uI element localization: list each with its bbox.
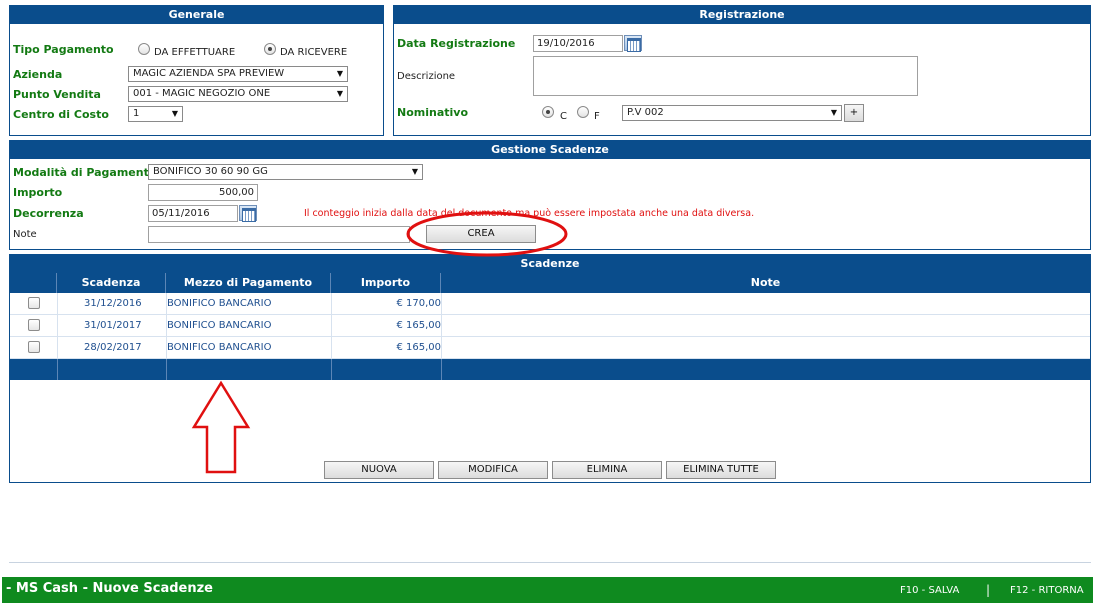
calendar-icon[interactable] bbox=[624, 35, 642, 52]
table-row[interactable]: 31/01/2017 BONIFICO BANCARIO € 165,00 bbox=[10, 315, 1090, 337]
radio-da-ricevere[interactable] bbox=[264, 43, 276, 55]
radio-da-effettuare[interactable] bbox=[138, 43, 150, 55]
row-checkbox[interactable] bbox=[28, 341, 40, 353]
centro-costo-label: Centro di Costo bbox=[13, 108, 109, 121]
radio-da-effettuare-label: DA EFFETTUARE bbox=[154, 47, 236, 58]
col-note[interactable]: Note bbox=[441, 273, 1090, 293]
note-input[interactable] bbox=[148, 226, 410, 243]
col-scadenza[interactable]: Scadenza bbox=[57, 273, 166, 293]
generale-panel: Generale Tipo Pagamento DA EFFETTUARE DA… bbox=[9, 5, 384, 136]
row-scadenza: 31/01/2017 bbox=[84, 320, 142, 331]
radio-da-ricevere-label: DA RICEVERE bbox=[280, 47, 348, 58]
data-registrazione-label: Data Registrazione bbox=[397, 37, 516, 50]
note-label: Note bbox=[13, 229, 37, 240]
tipo-pagamento-label: Tipo Pagamento bbox=[13, 43, 114, 56]
modalita-pagamento-label: Modalità di Pagamento bbox=[13, 166, 157, 179]
azienda-label: Azienda bbox=[13, 68, 63, 81]
radio-cliente[interactable] bbox=[542, 106, 554, 118]
row-scadenza: 31/12/2016 bbox=[84, 298, 142, 309]
nuova-button[interactable]: NUOVA bbox=[324, 461, 434, 479]
app-title: MS Cash - Nuove Scadenze bbox=[15, 581, 213, 596]
row-mezzo: BONIFICO BANCARIO bbox=[167, 342, 272, 353]
azienda-value: MAGIC AZIENDA SPA PREVIEW bbox=[133, 68, 285, 79]
row-importo: € 165,00 bbox=[396, 342, 441, 353]
generale-title: Generale bbox=[10, 6, 383, 24]
scadenze-panel: Scadenze Scadenza Mezzo di Pagamento Imp… bbox=[9, 254, 1091, 483]
crea-button[interactable]: CREA bbox=[426, 225, 536, 243]
radio-fornitore-label: F bbox=[594, 111, 600, 122]
f10-salva-button[interactable]: F10 - SALVA bbox=[900, 585, 959, 596]
modalita-pagamento-select[interactable]: BONIFICO 30 60 90 GG ▼ bbox=[148, 164, 423, 180]
col-mezzo-pagamento[interactable]: Mezzo di Pagamento bbox=[166, 273, 331, 293]
punto-vendita-value: 001 - MAGIC NEGOZIO ONE bbox=[133, 88, 271, 99]
row-importo: € 165,00 bbox=[396, 320, 441, 331]
azienda-select[interactable]: MAGIC AZIENDA SPA PREVIEW ▼ bbox=[128, 66, 348, 82]
scadenze-table-body: 31/12/2016 BONIFICO BANCARIO € 170,00 31… bbox=[10, 293, 1090, 359]
scadenze-title: Scadenze bbox=[10, 255, 1090, 273]
calendar-icon[interactable] bbox=[239, 205, 257, 222]
f12-ritorna-button[interactable]: F12 - RITORNA bbox=[1010, 585, 1084, 596]
table-row[interactable]: 31/12/2016 BONIFICO BANCARIO € 170,00 bbox=[10, 293, 1090, 315]
col-select bbox=[10, 273, 57, 293]
gestione-scadenze-panel: Gestione Scadenze Modalità di Pagamento … bbox=[9, 140, 1091, 250]
chevron-down-icon: ▼ bbox=[171, 109, 178, 118]
modalita-pagamento-value: BONIFICO 30 60 90 GG bbox=[153, 166, 268, 177]
punto-vendita-select[interactable]: 001 - MAGIC NEGOZIO ONE ▼ bbox=[128, 86, 348, 102]
table-footer-bar bbox=[10, 359, 1090, 380]
add-nominativo-button[interactable]: + bbox=[844, 104, 864, 122]
registrazione-title: Registrazione bbox=[394, 6, 1090, 24]
nominativo-value: P.V 002 bbox=[627, 107, 664, 118]
row-importo: € 170,00 bbox=[396, 298, 441, 309]
row-mezzo: BONIFICO BANCARIO bbox=[167, 298, 272, 309]
nominativo-label: Nominativo bbox=[397, 106, 469, 119]
gestione-scadenze-title: Gestione Scadenze bbox=[10, 141, 1090, 159]
importo-label: Importo bbox=[13, 186, 63, 199]
elimina-button[interactable]: ELIMINA bbox=[552, 461, 662, 479]
nominativo-select[interactable]: P.V 002 ▼ bbox=[622, 105, 842, 121]
status-bar: - MS Cash - Nuove Scadenze F10 - SALVA |… bbox=[2, 577, 1093, 603]
divider bbox=[9, 562, 1091, 563]
registrazione-panel: Registrazione Data Registrazione 19/10/2… bbox=[393, 5, 1091, 136]
modifica-button[interactable]: MODIFICA bbox=[438, 461, 548, 479]
row-checkbox[interactable] bbox=[28, 319, 40, 331]
decorrenza-info-text: Il conteggio inizia dalla data del docum… bbox=[304, 208, 755, 219]
col-importo[interactable]: Importo bbox=[331, 273, 441, 293]
table-row[interactable]: 28/02/2017 BONIFICO BANCARIO € 165,00 bbox=[10, 337, 1090, 359]
decorrenza-input[interactable]: 05/11/2016 bbox=[148, 205, 238, 222]
descrizione-label: Descrizione bbox=[397, 71, 456, 82]
chevron-down-icon: ▼ bbox=[336, 69, 343, 78]
elimina-tutte-button[interactable]: ELIMINA TUTTE bbox=[666, 461, 776, 479]
chevron-down-icon: ▼ bbox=[336, 89, 343, 98]
row-mezzo: BONIFICO BANCARIO bbox=[167, 320, 272, 331]
importo-input[interactable]: 500,00 bbox=[148, 184, 258, 201]
centro-costo-value: 1 bbox=[133, 108, 140, 119]
row-checkbox[interactable] bbox=[28, 297, 40, 309]
centro-costo-select[interactable]: 1 ▼ bbox=[128, 106, 183, 122]
data-registrazione-input[interactable]: 19/10/2016 bbox=[533, 35, 623, 52]
row-scadenza: 28/02/2017 bbox=[84, 342, 142, 353]
punto-vendita-label: Punto Vendita bbox=[13, 88, 101, 101]
chevron-down-icon: ▼ bbox=[830, 108, 837, 117]
radio-cliente-label: C bbox=[560, 111, 567, 122]
decorrenza-label: Decorrenza bbox=[13, 207, 84, 220]
radio-fornitore[interactable] bbox=[577, 106, 589, 118]
status-separator: | bbox=[986, 583, 991, 597]
status-bar-separator-left: - bbox=[6, 581, 16, 596]
descrizione-textarea[interactable] bbox=[533, 56, 918, 96]
chevron-down-icon: ▼ bbox=[411, 167, 418, 176]
